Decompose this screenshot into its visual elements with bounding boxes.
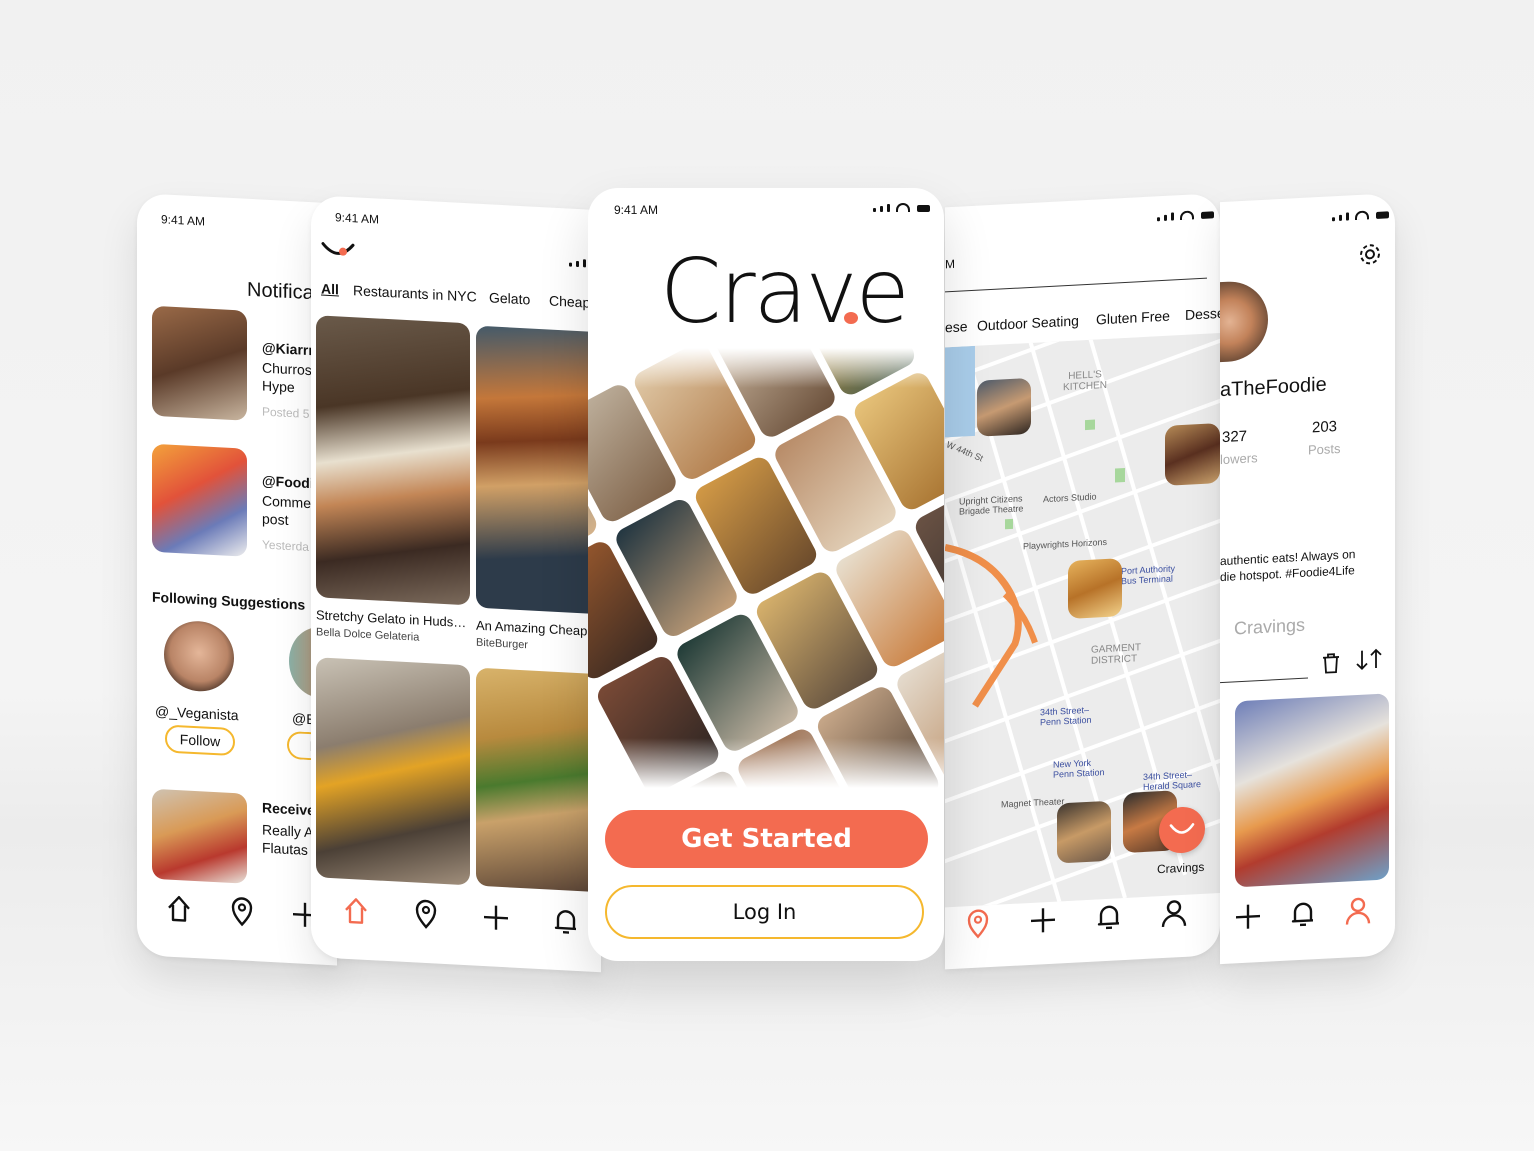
notification-meta: Posted 5 — [262, 404, 310, 422]
chip-dessert[interactable]: Desse — [1185, 305, 1220, 323]
feed-phone: 9:41 AM All Restaurants in NYC Gelato Ch… — [311, 195, 601, 973]
sort-icon[interactable] — [1354, 646, 1386, 677]
search-underline[interactable] — [945, 277, 1207, 293]
crave-logo-icon — [1169, 823, 1195, 834]
trash-icon[interactable] — [1320, 651, 1342, 681]
bell-icon[interactable] — [1091, 897, 1127, 940]
avatar[interactable] — [164, 619, 234, 694]
notification-line: Churros — [262, 359, 312, 379]
tab-underline — [1220, 677, 1308, 684]
status-time: M — [945, 256, 955, 272]
tab-cravings[interactable]: Cravings — [1234, 615, 1305, 640]
status-icons — [1157, 209, 1214, 222]
map-label: HELL'S KITCHEN — [1063, 369, 1107, 394]
plus-icon[interactable] — [478, 898, 514, 941]
status-icons — [873, 203, 930, 212]
posts-label[interactable]: Posts — [1308, 441, 1341, 458]
signal-icon — [569, 259, 586, 268]
status-time: 9:41 AM — [614, 203, 659, 217]
chip-all[interactable]: All — [321, 281, 339, 298]
bottom-nav — [1220, 882, 1385, 951]
plus-icon[interactable] — [1230, 897, 1266, 940]
notification-line: Really A — [262, 821, 314, 841]
post-image[interactable] — [476, 325, 601, 615]
map-food-marker[interactable] — [1068, 558, 1122, 619]
notification-line: Comme — [262, 492, 312, 512]
cravings-label: Cravings — [1157, 859, 1205, 877]
chip-cheap[interactable]: Cheap — [549, 292, 590, 310]
chip-gluten-free[interactable]: Gluten Free — [1096, 308, 1170, 328]
status-time: 9:41 AM — [161, 212, 206, 229]
status-icons — [1332, 209, 1389, 222]
post-image[interactable] — [316, 315, 470, 606]
map-label: GARMENT DISTRICT — [1091, 642, 1141, 667]
bell-icon[interactable] — [548, 902, 584, 945]
gear-icon[interactable] — [1358, 242, 1382, 272]
profile-phone: aTheFoodie 327 lowers 203 Posts authenti… — [1220, 193, 1395, 965]
bell-icon[interactable] — [1285, 894, 1321, 937]
map-phone: M ese Outdoor Seating Gluten Free Desse — [945, 193, 1220, 970]
log-in-button[interactable]: Log In — [605, 885, 924, 939]
app-logo: Crave — [660, 240, 910, 343]
map-food-marker[interactable] — [1057, 800, 1111, 864]
notification-handle[interactable]: @Kiarrr — [262, 340, 314, 359]
bottom-nav — [147, 879, 337, 949]
notification-thumbnail[interactable] — [152, 305, 247, 421]
chip-gelato[interactable]: Gelato — [489, 289, 530, 307]
chip-cheese[interactable]: ese — [945, 318, 968, 335]
logo-dot-icon — [844, 312, 858, 324]
posts-count[interactable]: 203 — [1312, 418, 1337, 436]
followers-count[interactable]: 327 — [1222, 428, 1247, 446]
chip-restaurants[interactable]: Restaurants in NYC — [353, 282, 477, 304]
photo-collage — [588, 348, 944, 788]
map-pin-icon[interactable] — [960, 904, 996, 947]
plus-icon[interactable] — [1025, 901, 1061, 944]
map-label: New York Penn Station — [1053, 757, 1105, 780]
suggestion-handle[interactable]: @_Veganista — [155, 703, 239, 723]
avatar[interactable] — [1220, 279, 1268, 363]
notification-line: post — [262, 510, 289, 528]
map-label: 34th Street–Penn Station — [1040, 704, 1092, 728]
notification-line: Flautas — [262, 839, 308, 858]
notification-thumbnail[interactable] — [152, 443, 247, 557]
map-food-marker[interactable] — [977, 377, 1031, 437]
page-title: Notifica — [247, 278, 314, 305]
map-pin-icon[interactable] — [408, 895, 444, 938]
follow-button[interactable]: Follow — [165, 724, 235, 757]
suggestions-title: Following Suggestions — [152, 588, 306, 613]
profile-icon[interactable] — [1340, 892, 1376, 935]
post-image[interactable] — [316, 657, 470, 886]
welcome-phone: 9:41 AM Crave Get Started Log In — [588, 188, 944, 961]
chip-outdoor-seating[interactable]: Outdoor Seating — [977, 312, 1079, 333]
notifications-phone: 9:41 AM Notifica @Kiarrr Churros Hype Po… — [137, 193, 337, 966]
notification-handle[interactable]: @Foodi — [262, 473, 314, 492]
home-icon[interactable] — [338, 891, 374, 934]
post-place: BiteBurger — [476, 636, 528, 652]
bottom-nav — [321, 881, 601, 956]
notification-handle[interactable]: Receive — [262, 800, 315, 819]
map-pin-icon[interactable] — [224, 892, 260, 935]
post-place: Bella Dolce Gelateria — [316, 626, 420, 644]
notification-thumbnail[interactable] — [152, 788, 247, 884]
profile-name: aTheFoodie — [1220, 373, 1327, 402]
map-label: Upright Citizens Brigade Theatre — [959, 493, 1024, 517]
get-started-button[interactable]: Get Started — [605, 810, 928, 868]
home-icon[interactable] — [161, 889, 197, 932]
bottom-nav — [945, 884, 1207, 958]
status-time: 9:41 AM — [335, 210, 380, 227]
post-title[interactable]: An Amazing Cheap E — [476, 618, 601, 640]
profile-icon[interactable] — [1156, 894, 1192, 937]
post-image[interactable] — [476, 667, 601, 893]
notification-meta: Yesterda — [262, 537, 309, 555]
map-label: Port Authority Bus Terminal — [1121, 563, 1176, 587]
map-food-marker[interactable] — [1165, 423, 1220, 486]
crave-logo-icon[interactable] — [321, 240, 355, 267]
map-label: 34th Street–Herald Square — [1143, 769, 1202, 793]
followers-label[interactable]: lowers — [1220, 450, 1258, 467]
notification-line: Hype — [262, 377, 295, 396]
craving-post-image[interactable] — [1235, 693, 1389, 888]
